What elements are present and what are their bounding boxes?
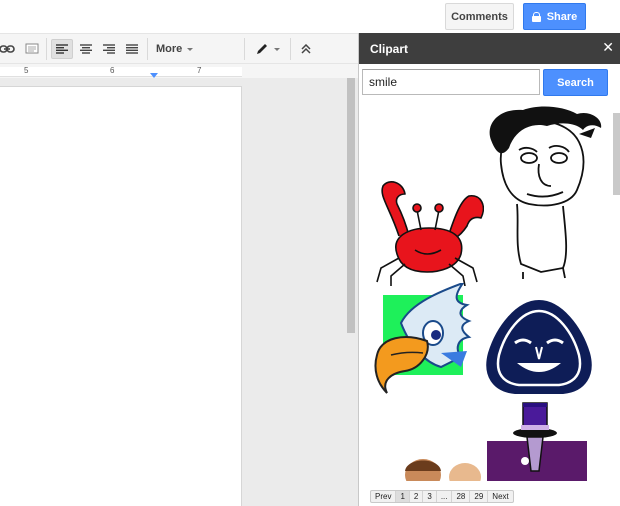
- panel-header: Clipart ✕: [359, 33, 620, 64]
- close-icon[interactable]: ✕: [602, 40, 614, 56]
- clipart-panel: Clipart ✕ Search: [358, 33, 620, 506]
- align-left-icon[interactable]: [51, 39, 73, 59]
- person-clipart[interactable]: [399, 453, 489, 481]
- comments-button[interactable]: Comments: [445, 3, 514, 30]
- link-icon[interactable]: [0, 39, 16, 59]
- face-sketch-clipart[interactable]: [479, 104, 609, 279]
- crab-clipart[interactable]: [369, 176, 484, 286]
- lock-icon: [531, 11, 541, 22]
- toolbar-divider: [290, 38, 291, 60]
- pager-page[interactable]: 3: [423, 491, 437, 502]
- ruler-strip: [0, 67, 242, 77]
- search-input[interactable]: [362, 69, 540, 95]
- collapse-icon[interactable]: [298, 39, 314, 59]
- pager-next[interactable]: Next: [488, 491, 512, 502]
- pager-page[interactable]: 2: [410, 491, 424, 502]
- top-hat-clipart[interactable]: [483, 401, 588, 481]
- pager-page[interactable]: 29: [470, 491, 489, 502]
- ruler: 5 6 7: [0, 64, 358, 78]
- pager-prev[interactable]: Prev: [371, 491, 397, 502]
- ruler-number: 5: [24, 66, 29, 75]
- pager-page[interactable]: 28: [452, 491, 471, 502]
- more-menu[interactable]: More: [156, 43, 194, 55]
- clipart-results: [359, 101, 612, 481]
- more-label: More: [156, 43, 183, 55]
- pen-icon[interactable]: [254, 39, 280, 59]
- align-right-icon[interactable]: [99, 39, 119, 59]
- formatting-toolbar: More: [0, 33, 358, 64]
- panel-title: Clipart: [370, 42, 409, 56]
- results-pager: Prev 1 2 3 ... 28 29 Next: [370, 490, 514, 503]
- document-scrollbar[interactable]: [347, 78, 355, 333]
- toolbar-divider: [46, 38, 47, 60]
- panel-scrollbar[interactable]: [613, 113, 620, 195]
- top-bar: Comments Share: [0, 0, 620, 33]
- toolbar-divider: [147, 38, 148, 60]
- smiling-mask-clipart[interactable]: [481, 297, 596, 395]
- align-justify-icon[interactable]: [122, 39, 142, 59]
- share-label: Share: [546, 10, 578, 23]
- bird-clipart[interactable]: [371, 283, 481, 395]
- share-button[interactable]: Share: [523, 3, 586, 30]
- insert-comment-icon[interactable]: [24, 39, 40, 59]
- search-button[interactable]: Search: [543, 69, 608, 96]
- chevron-down-icon: [187, 47, 194, 51]
- document-canvas: [0, 78, 358, 506]
- toolbar-divider: [244, 38, 245, 60]
- pager-ellipsis: ...: [437, 491, 453, 502]
- pager-page[interactable]: 1: [396, 491, 410, 502]
- ruler-number: 6: [110, 66, 115, 75]
- document-page[interactable]: [0, 86, 242, 506]
- ruler-number: 7: [197, 66, 202, 75]
- align-center-icon[interactable]: [76, 39, 96, 59]
- chevron-down-icon: [273, 47, 280, 51]
